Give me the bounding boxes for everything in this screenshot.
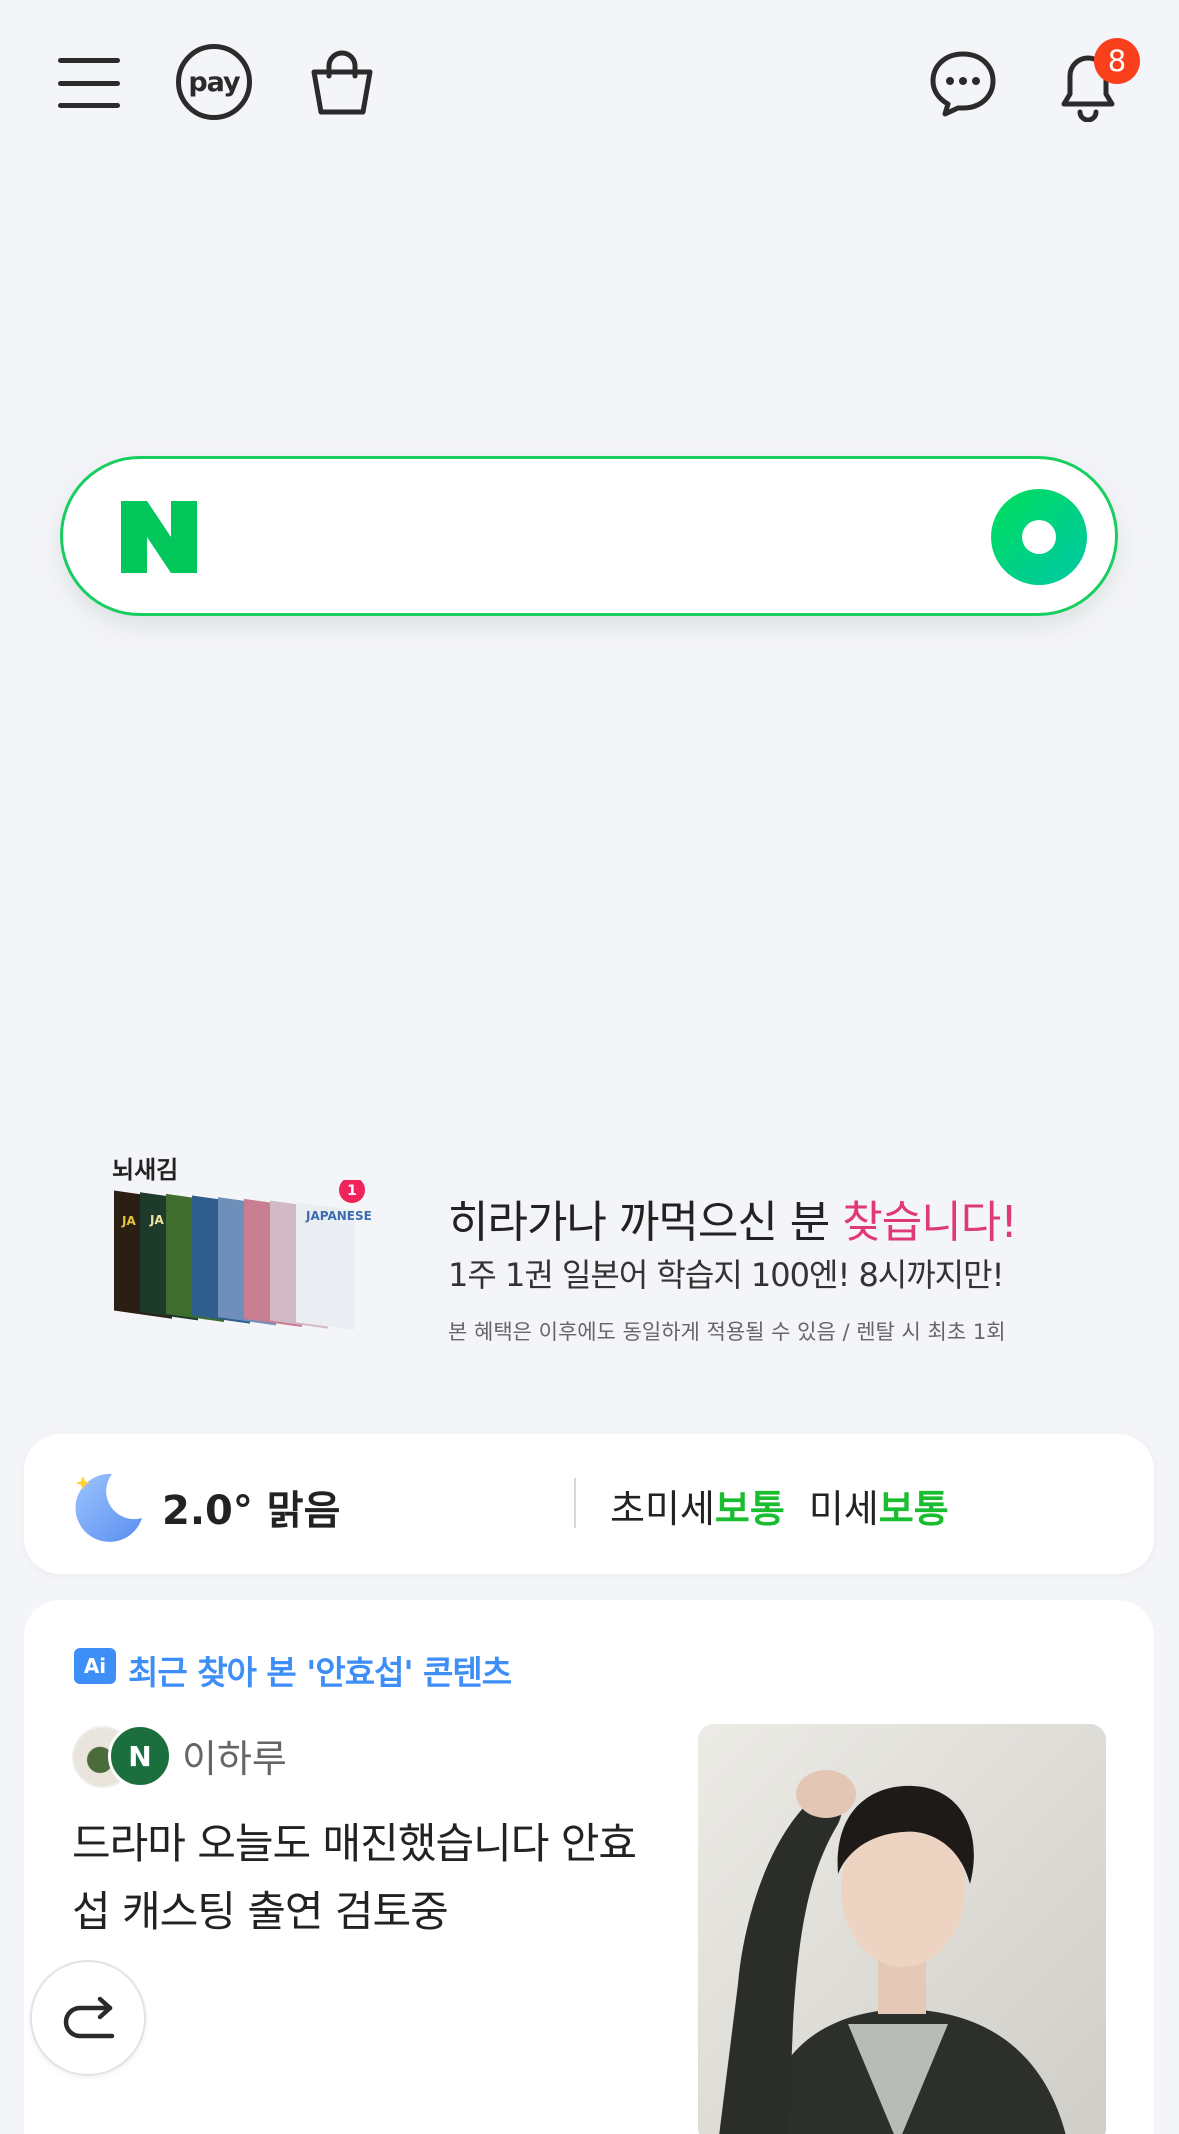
moon-icon (75, 1473, 142, 1542)
svg-text:JAPANESE: JAPANESE (305, 1209, 372, 1223)
menu-bar (58, 80, 120, 86)
search-input[interactable] (233, 499, 937, 577)
fine-dust-label: 초미세 (610, 1487, 715, 1531)
temperature: 2.0° 맑음 (162, 1488, 341, 1534)
shopping-bag-icon[interactable] (304, 44, 380, 120)
search-button[interactable] (991, 489, 1087, 585)
svg-text:JA: JA (121, 1214, 136, 1228)
article-thumbnail[interactable] (698, 1724, 1106, 2134)
fine-dust-value: 보통 (714, 1487, 785, 1531)
ad-headline-highlight: 찾습니다! (842, 1197, 1018, 1248)
pay-button[interactable]: pay (176, 44, 252, 120)
weather-widget[interactable]: 2.0° 맑음 초미세보통 미세보통 (24, 1434, 1154, 1574)
dust-label: 미세 (808, 1487, 879, 1531)
talk-icon[interactable] (928, 48, 998, 118)
air-quality: 초미세보통 미세보통 (610, 1478, 949, 1533)
share-icon (63, 1996, 115, 2039)
menu-bar (58, 58, 120, 63)
ad-note: 본 혜택은 이후에도 동일하게 적용될 수 있음 / 렌탈 시 최초 1회 (448, 1320, 1006, 1344)
share-button[interactable] (30, 1960, 146, 2076)
ad-subline: 1주 1권 일본어 학습지 100엔! 8시까지만! (448, 1256, 1004, 1294)
naver-influencer-icon: N (108, 1724, 172, 1788)
divider (574, 1478, 576, 1528)
naver-logo (121, 501, 197, 573)
svg-text:JA: JA (149, 1213, 164, 1227)
ad-headline[interactable]: 히라가나 까먹으신 분 찾습니다! (448, 1186, 1018, 1250)
ad-headline-text: 히라가나 까먹으신 분 (448, 1197, 843, 1248)
dust-value: 보통 (878, 1487, 949, 1531)
section-title: 최근 찾아 본 '안효섭' 콘텐츠 (128, 1653, 512, 1692)
article-headline[interactable]: 드라마 오늘도 매진했습니다 안효섭 캐스팅 출연 검토중 (72, 1810, 672, 1946)
ai-icon: Ai (74, 1648, 116, 1684)
author-name[interactable]: 이하루 (182, 1728, 287, 1783)
search-bar[interactable] (60, 456, 1118, 616)
book-count-badge: 1 (347, 1183, 357, 1199)
menu-button[interactable] (58, 58, 120, 108)
content-card[interactable]: Ai 최근 찾아 본 '안효섭' 콘텐츠 N 이하루 드라마 오늘도 매진했습니… (24, 1600, 1154, 2134)
search-button-dot (1022, 520, 1056, 554)
menu-bar (58, 103, 120, 108)
ad-banner-image[interactable]: JA JA JAPANESE 1 (110, 1177, 405, 1350)
notification-badge: 8 (1094, 38, 1140, 84)
